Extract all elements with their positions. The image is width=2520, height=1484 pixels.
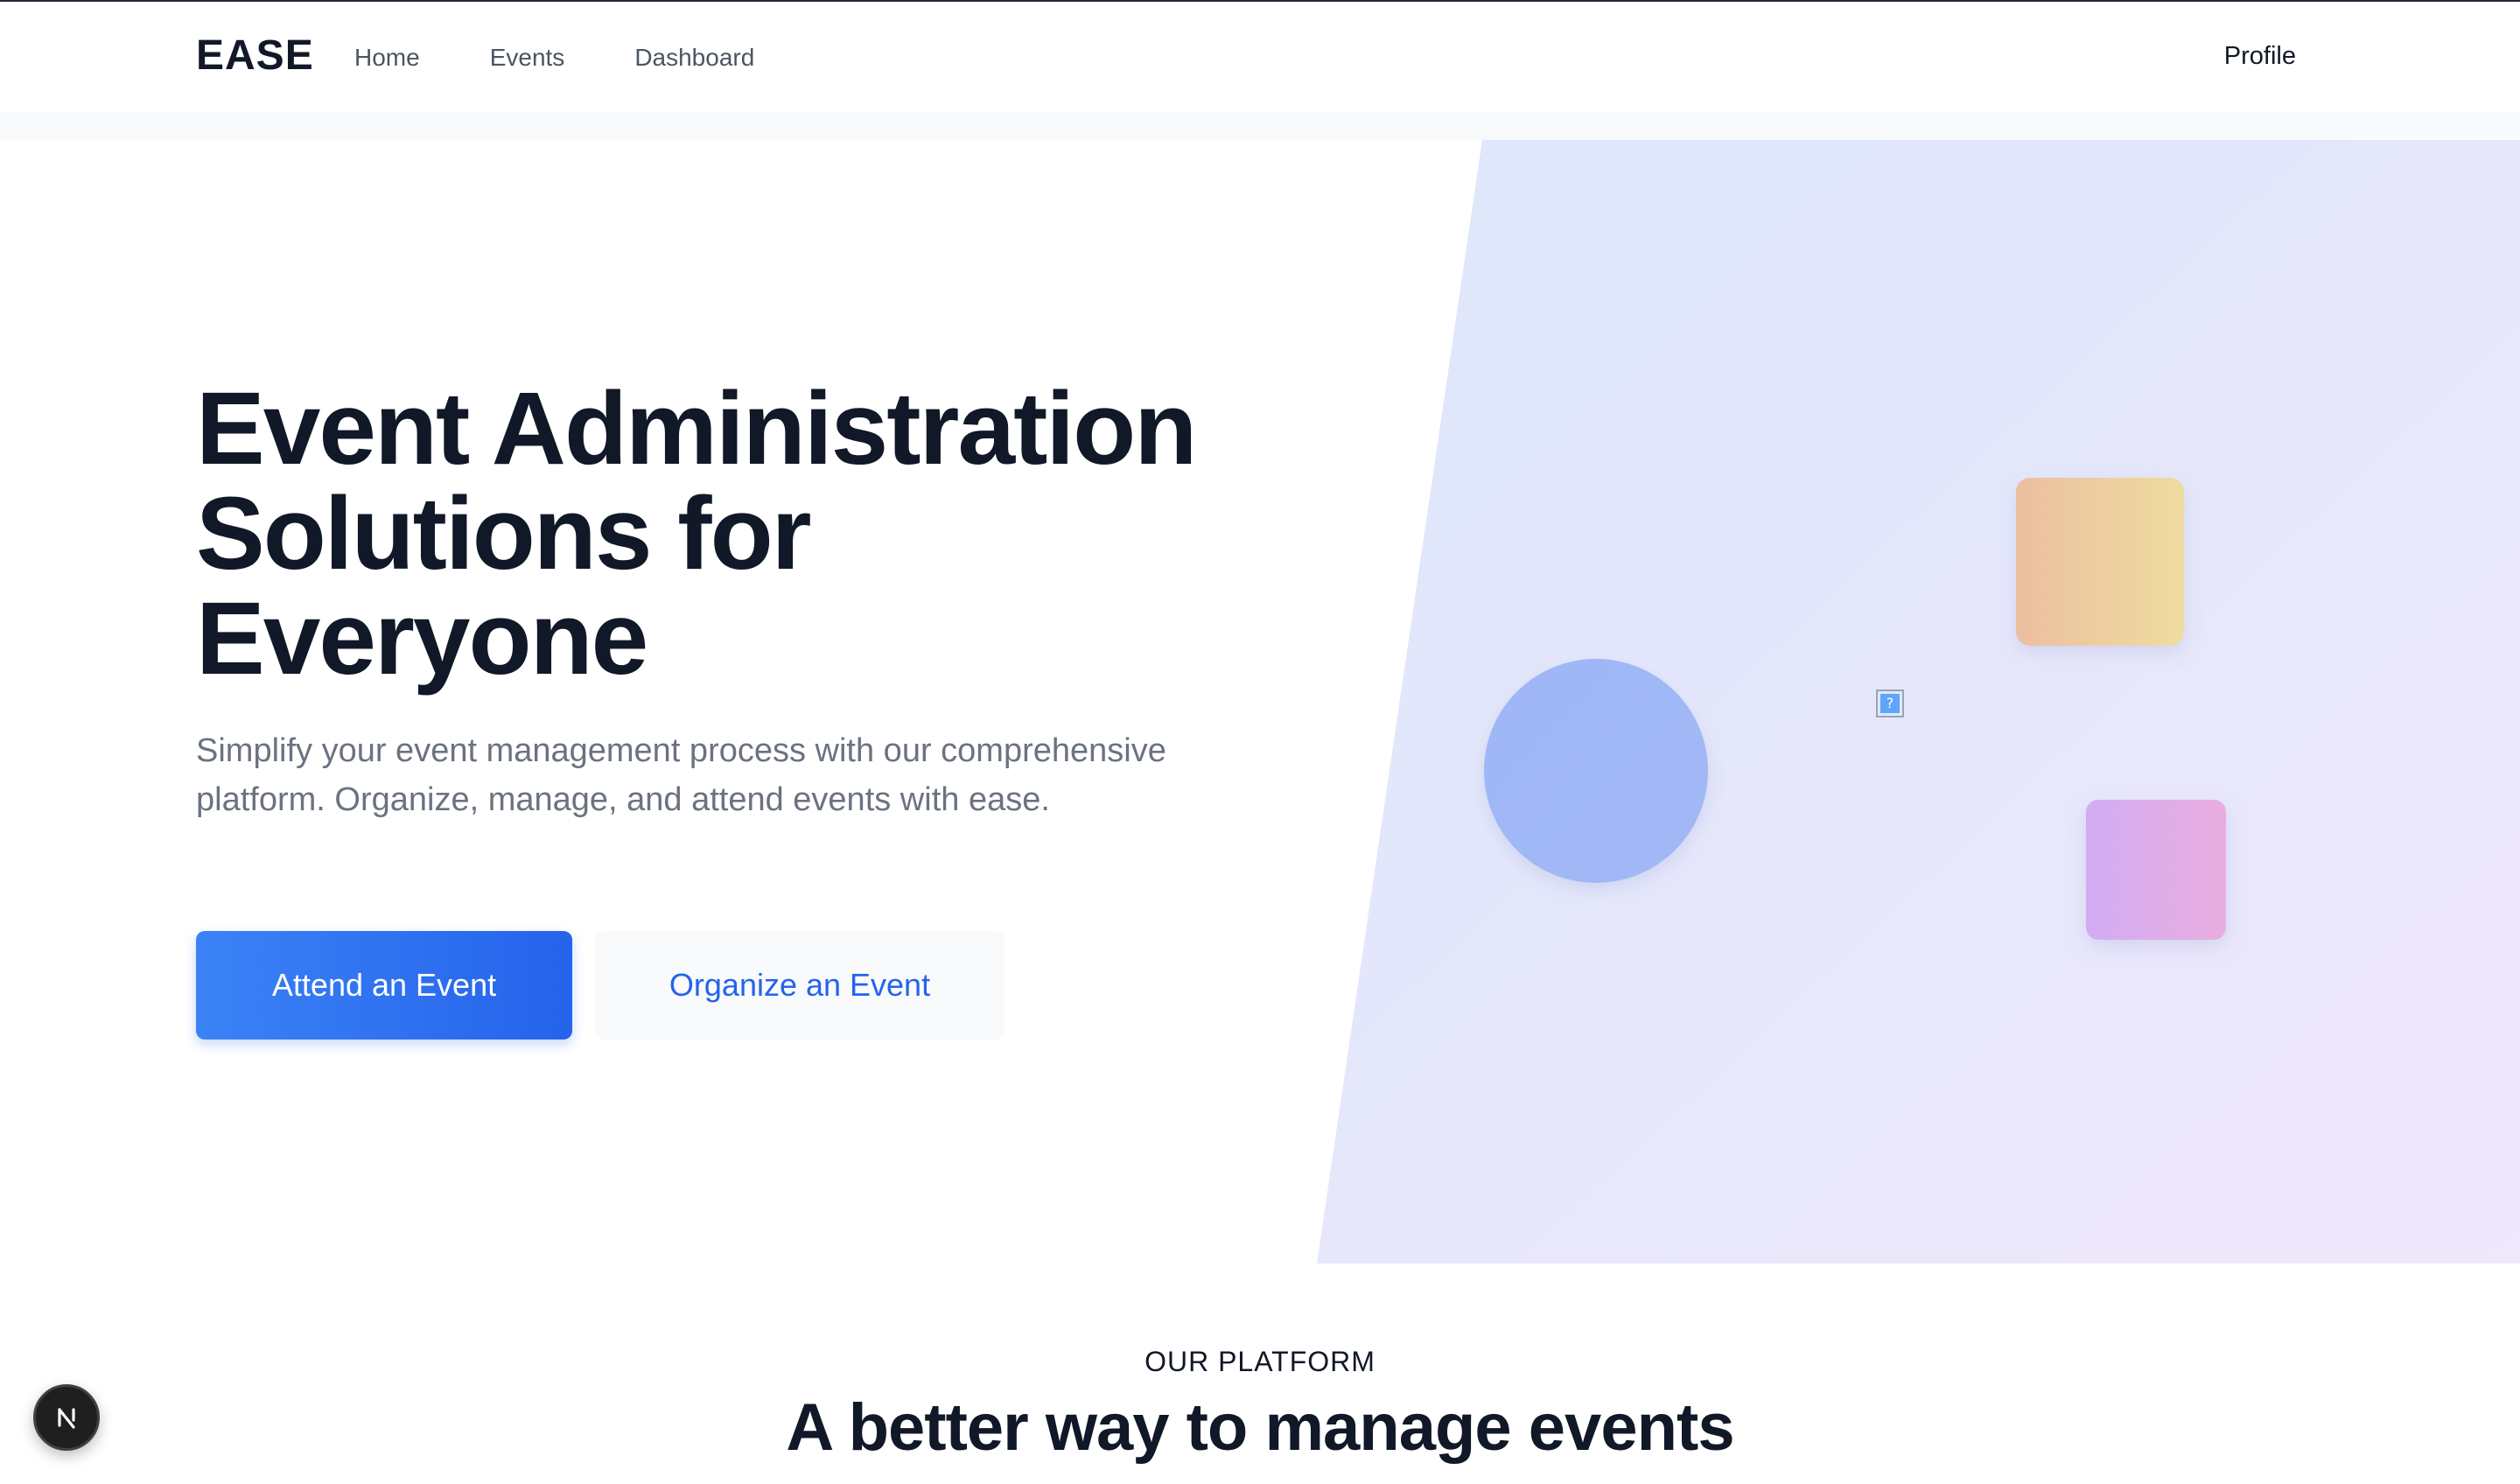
nav-events-link[interactable]: Events [490, 44, 565, 72]
hero-section: Event Administration Solutions for Every… [0, 140, 2520, 1264]
hero-title-line: Everyone [196, 581, 648, 696]
broken-image-glyph: ? [1880, 694, 1900, 713]
nav-dashboard-link[interactable]: Dashboard [634, 44, 754, 72]
profile-link[interactable]: Profile [2224, 42, 2296, 71]
site-header: EASE Home Events Dashboard Profile [0, 2, 2520, 112]
logo[interactable]: EASE [196, 32, 314, 80]
nextjs-dev-badge[interactable] [33, 1384, 100, 1451]
hero-title-line: Event Administration [196, 371, 1197, 486]
section-title: A better way to manage events [786, 1390, 1734, 1465]
broken-image-icon: ? [1876, 690, 1904, 718]
section-eyebrow: OUR PLATFORM [1144, 1346, 1376, 1377]
decorative-orange-square [2016, 478, 2184, 646]
hero-illustration [1317, 140, 2520, 1264]
hero-title: Event Administration Solutions for Every… [196, 376, 1334, 691]
page: EASE Home Events Dashboard Profile Event… [0, 0, 2520, 1484]
hero-background-panel [1317, 140, 2520, 1264]
main-nav: Home Events Dashboard [354, 44, 824, 72]
attend-event-button[interactable]: Attend an Event [196, 931, 572, 1040]
nav-home-link[interactable]: Home [354, 44, 420, 72]
hero-subtitle: Simplify your event management process w… [196, 732, 1166, 818]
hero-title-line: Solutions for [196, 476, 812, 592]
organize-event-button[interactable]: Organize an Event [595, 931, 1004, 1040]
decorative-circle-shape [1484, 659, 1708, 883]
decorative-pink-square [2086, 800, 2226, 940]
n-logo-icon [58, 1408, 75, 1429]
header-divider-strip [0, 112, 2520, 140]
